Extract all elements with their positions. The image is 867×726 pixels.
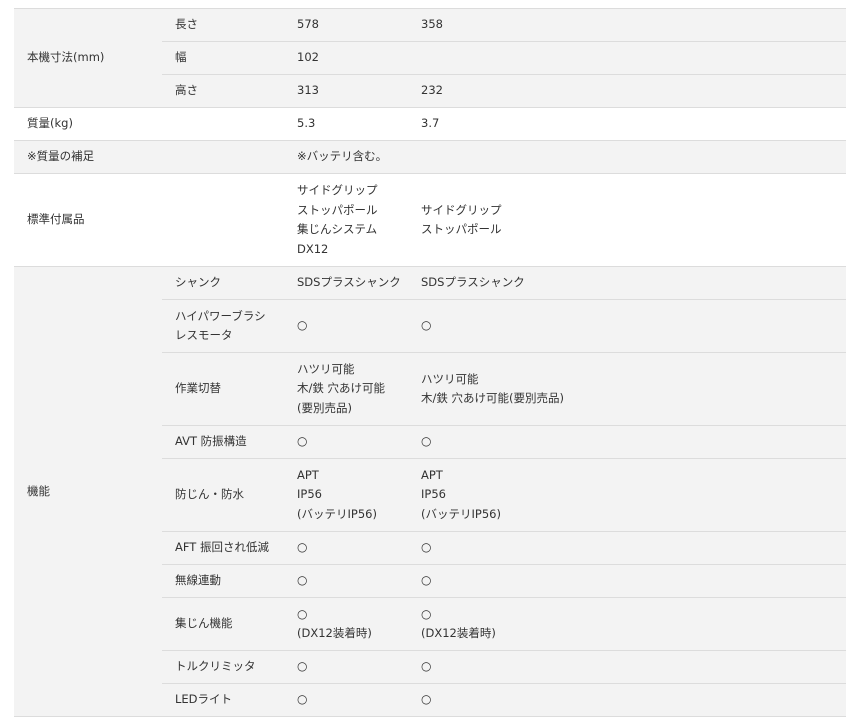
feature-value-b: APT IP56 (バッテリIP56)	[408, 458, 846, 532]
feature-label: AFT 振回され低減	[162, 531, 284, 565]
accessory-item: サイドグリップ	[297, 183, 378, 197]
value-b-mass: 3.7	[408, 107, 846, 141]
feature-label: トルクリミッタ	[162, 650, 284, 684]
feature-value-b: ○ (DX12装着時)	[408, 597, 846, 651]
accessory-item: 集じんシステム	[297, 222, 378, 236]
row-header-features: 機能	[14, 266, 162, 717]
value-b-accessories: サイドグリップ ストッパポール	[408, 173, 846, 267]
feature-value-b: SDSプラスシャンク	[408, 266, 846, 300]
feature-value-b: ○	[408, 564, 846, 598]
feature-value-a: ハツリ可能 木/鉄 穴あけ可能 (要別売品)	[284, 352, 408, 426]
feature-label: ハイパワーブラシ レスモータ	[162, 299, 284, 353]
accessory-item: ストッパポール	[297, 202, 378, 217]
feature-label: LEDライト	[162, 683, 284, 717]
table-row: 本機寸法(mm) 長さ 578 358	[14, 8, 846, 108]
value-a-accessories: サイドグリップ ストッパポール 集じんシステム DX12	[284, 173, 408, 267]
sub-label-width: 幅	[162, 41, 284, 75]
sub-label-length: 長さ	[162, 8, 284, 42]
feature-value-a: APT IP56 (バッテリIP56)	[284, 458, 408, 532]
row-header-mass-note: ※質量の補足	[14, 140, 162, 174]
feature-label: 集じん機能	[162, 597, 284, 651]
table-row: 標準付属品 サイドグリップ ストッパポール 集じんシステム DX12 サイドグリ…	[14, 173, 846, 267]
feature-value-b: ○	[408, 531, 846, 565]
value-b-height: 232	[408, 74, 846, 108]
feature-value-b: ハツリ可能 木/鉄 穴あけ可能(要別売品)	[408, 352, 846, 426]
value-a-length: 578	[284, 8, 408, 42]
accessory-item: ストッパポール	[421, 222, 502, 236]
feature-value-a: ○	[284, 650, 408, 684]
feature-value-a: ○	[284, 531, 408, 565]
feature-value-a: ○	[284, 425, 408, 459]
value-b-width	[408, 41, 846, 75]
feature-value-a: ○	[284, 564, 408, 598]
value-a-mass: 5.3	[284, 107, 408, 141]
feature-label: AVT 防振構造	[162, 425, 284, 459]
row-header-dimensions: 本機寸法(mm)	[14, 8, 162, 108]
table-row: 機能 シャンク SDSプラスシャンク SDSプラスシャンク	[14, 266, 846, 717]
accessory-item: DX12	[297, 241, 329, 256]
feature-value-a: ○ (DX12装着時)	[284, 597, 408, 651]
row-header-accessories: 標準付属品	[14, 173, 162, 267]
feature-label: 作業切替	[162, 352, 284, 426]
accessory-item: サイドグリップ	[421, 202, 502, 217]
feature-label: シャンク	[162, 266, 284, 300]
feature-label: 無線連動	[162, 564, 284, 598]
feature-value-b: ○	[408, 683, 846, 717]
feature-value-b: ○	[408, 650, 846, 684]
value-b-length: 358	[408, 8, 846, 42]
row-header-mass: 質量(kg)	[14, 107, 162, 141]
sub-label-height: 高さ	[162, 74, 284, 108]
feature-value-b: ○	[408, 425, 846, 459]
value-mass-note: ※バッテリ含む。	[284, 140, 846, 174]
feature-value-a: ○	[284, 683, 408, 717]
feature-value-a: ○	[284, 299, 408, 353]
feature-label: 防じん・防水	[162, 458, 284, 532]
value-a-width: 102	[284, 41, 408, 75]
feature-value-b: ○	[408, 299, 846, 353]
table-row: ※質量の補足 ※バッテリ含む。	[14, 140, 846, 174]
feature-value-a: SDSプラスシャンク	[284, 266, 408, 300]
value-a-height: 313	[284, 74, 408, 108]
spec-table: 本機寸法(mm) 長さ 578 358 幅 102 高さ 313 232 質量(…	[14, 8, 846, 717]
table-row: 質量(kg) 5.3 3.7	[14, 107, 846, 141]
